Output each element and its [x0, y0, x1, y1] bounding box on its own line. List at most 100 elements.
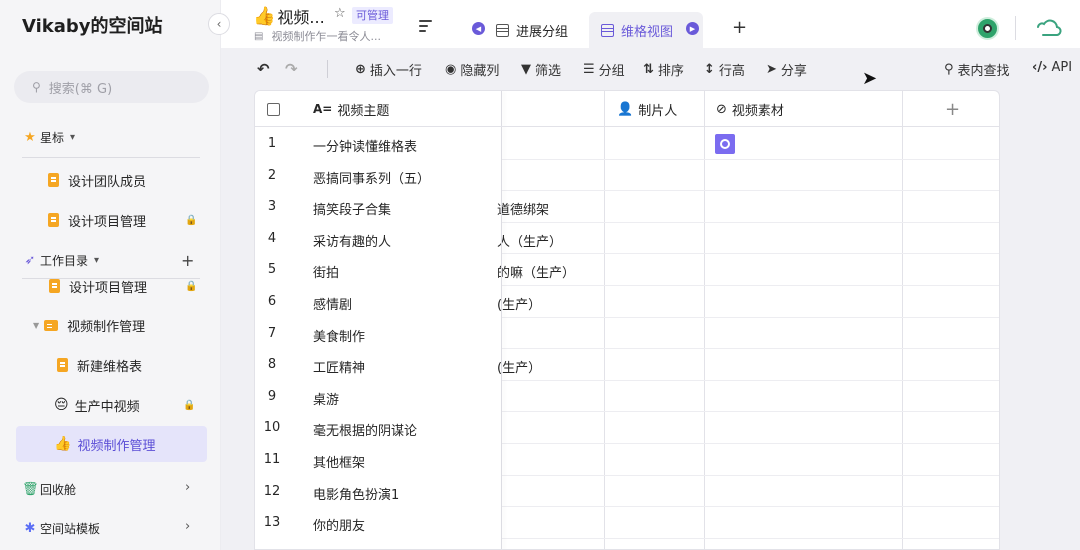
- share-label: 分享: [780, 64, 807, 79]
- hide-columns-button[interactable]: ◉ 隐藏列: [445, 60, 499, 79]
- view-description[interactable]: ▤ 视频制作乍一看令人...: [254, 28, 381, 44]
- eye-icon: ◉: [445, 62, 457, 77]
- cell-title[interactable]: 采访有趣的人: [313, 231, 391, 250]
- row-height-icon: ↕: [704, 62, 715, 77]
- description-text: 视频制作乍一看令人...: [271, 30, 381, 43]
- chevron-down-icon: ▾: [94, 255, 100, 266]
- row-number: 6: [267, 294, 277, 309]
- sidebar: Vikaby的空间站 ⚲ 搜索(⌘ G) ★ 星标 ▾ 设计团队成员 设计项目管…: [0, 0, 221, 550]
- cell-partial-column[interactable]: 的嘛（生产）: [497, 262, 575, 281]
- cell-title[interactable]: 搞笑段子合集: [313, 199, 391, 218]
- search-placeholder: 搜索(⌘ G): [48, 81, 113, 97]
- lock-icon: 🔒: [185, 280, 198, 292]
- filter-label: 筛选: [535, 64, 562, 79]
- starred-section-header[interactable]: ★ 星标 ▾: [22, 129, 75, 146]
- cell-title[interactable]: 恶搞同事系列（五）: [313, 168, 430, 187]
- tab-scroll-left-icon[interactable]: ◀: [472, 22, 485, 35]
- code-icon: ‹/›: [1032, 60, 1048, 75]
- cell-partial-column[interactable]: (生产）: [497, 294, 541, 313]
- cell-title[interactable]: 毫无根据的阴谋论: [313, 420, 417, 439]
- cloud-sync-icon[interactable]: [1036, 18, 1062, 36]
- filter-button[interactable]: ▼ 筛选: [521, 60, 561, 79]
- workdir-section-header[interactable]: ➶ 工作目录 ▾: [22, 252, 100, 269]
- workdir-label: 工作目录: [40, 254, 89, 268]
- cell-title[interactable]: 你的朋友: [313, 515, 365, 534]
- cell-title[interactable]: 电影角色扮演1: [313, 484, 399, 503]
- star-outline-icon[interactable]: ☆: [334, 6, 346, 21]
- row-height-button[interactable]: ↕ 行高: [704, 60, 745, 79]
- tab-progress-group[interactable]: 进展分组: [496, 12, 568, 48]
- sidebar-item-label: 设计项目管理: [69, 280, 148, 296]
- sidebar-item-workdir-1[interactable]: ▼ 视频制作管理: [33, 307, 145, 343]
- sidebar-search-input[interactable]: ⚲ 搜索(⌘ G): [14, 71, 209, 103]
- sidebar-item-starred-0[interactable]: 设计团队成员: [48, 162, 146, 198]
- group-icon: ☰: [583, 62, 595, 77]
- cell-title[interactable]: 街拍: [313, 262, 339, 281]
- column-header-title[interactable]: A= 视频主题: [313, 91, 389, 127]
- share-icon: ➤: [766, 62, 777, 77]
- undo-icon[interactable]: ↶: [257, 60, 274, 78]
- search-icon: ⚲: [32, 80, 41, 94]
- chevron-right-icon[interactable]: ›: [185, 519, 190, 534]
- datasheet-icon: [48, 213, 59, 227]
- tab-label: 进展分组: [516, 24, 569, 40]
- select-all-checkbox[interactable]: [267, 91, 280, 127]
- sidebar-item-workdir-2[interactable]: 新建维格表: [57, 347, 142, 383]
- trash-icon: 🗑: [22, 482, 39, 497]
- templates-label: 空间站模板: [40, 522, 101, 536]
- sidebar-item-workdir-3[interactable]: 😔 生产中视频 🔒: [54, 387, 198, 423]
- api-button[interactable]: ‹/› API: [1032, 60, 1072, 75]
- row-number: 8: [267, 357, 277, 373]
- thumbs-up-icon: 👍: [54, 436, 72, 452]
- avatar[interactable]: [976, 17, 999, 40]
- datasheet-icon: [49, 279, 60, 293]
- sidebar-item-workdir-4[interactable]: 👍 视频制作管理: [16, 426, 207, 462]
- caret-down-icon: ▼: [33, 320, 40, 330]
- row-number: 11: [263, 452, 281, 467]
- row-number: 9: [267, 388, 277, 404]
- permission-badge[interactable]: 可管理: [352, 7, 393, 24]
- text-field-icon: A=: [313, 102, 333, 116]
- row-number: 1: [267, 136, 277, 151]
- datasheet-grid: A= 视频主题 👤 制片人 ⊘ 视频素材 + 1 一分钟读懂维格表 2 恶搞同事系列（…: [254, 90, 1000, 550]
- grid-view-icon: [496, 23, 509, 37]
- row-height-label: 行高: [718, 64, 745, 79]
- sidebar-item-label: 视频制作管理: [77, 438, 156, 454]
- view-title-text: 视频...: [277, 8, 325, 27]
- search-in-table-label: 表内查找: [957, 64, 1010, 79]
- cell-partial-column[interactable]: 人（生产）: [497, 231, 562, 250]
- view-title[interactable]: 👍 视频...: [253, 4, 325, 28]
- group-button[interactable]: ☰ 分组: [583, 60, 625, 79]
- insert-row-button[interactable]: ⊕ 插入一行: [355, 60, 422, 79]
- row-number: 7: [267, 325, 277, 341]
- frozen-column-bg: [255, 91, 501, 549]
- cell-title[interactable]: 工匠精神: [313, 357, 365, 376]
- cell-title[interactable]: 其他框架: [313, 452, 365, 471]
- sort-label: 排序: [657, 64, 684, 79]
- sidebar-item-workdir-0[interactable]: 设计项目管理 🔒: [49, 268, 197, 304]
- add-view-button[interactable]: +: [732, 17, 747, 38]
- frozen-divider: [501, 91, 502, 549]
- cell-title[interactable]: 一分钟读懂维格表: [313, 136, 417, 155]
- cell-title[interactable]: 桌游: [313, 389, 339, 408]
- cell-title[interactable]: 感情剧: [313, 294, 352, 313]
- chevron-right-icon[interactable]: ›: [185, 480, 190, 495]
- cell-title[interactable]: 美食制作: [313, 326, 365, 345]
- share-button[interactable]: ➤ 分享: [766, 60, 807, 79]
- template-icon: ✱: [24, 521, 36, 536]
- templates-item[interactable]: ✱ 空间站模板: [22, 520, 100, 537]
- tab-scroll-right-icon[interactable]: ▶: [686, 22, 699, 35]
- row-number: 13: [263, 515, 281, 531]
- space-title[interactable]: Vikaby的空间站: [22, 12, 163, 38]
- row-number: 5: [267, 262, 277, 278]
- sort-button[interactable]: ⇅ 排序: [643, 60, 684, 79]
- sidebar-item-label: 新建维格表: [77, 359, 143, 375]
- cell-partial-column[interactable]: (生产）: [497, 357, 541, 376]
- view-list-menu-icon[interactable]: [419, 20, 432, 35]
- cell-partial-column[interactable]: 道德绑架: [497, 199, 549, 218]
- collapse-sidebar-button[interactable]: ‹: [208, 13, 230, 35]
- sidebar-item-starred-1[interactable]: 设计项目管理 🔒: [48, 202, 198, 238]
- redo-icon[interactable]: ↷: [285, 60, 302, 78]
- trash-item[interactable]: 🗑 回收舱: [22, 481, 76, 498]
- search-in-table-button[interactable]: ⚲ 表内查找: [944, 60, 1010, 79]
